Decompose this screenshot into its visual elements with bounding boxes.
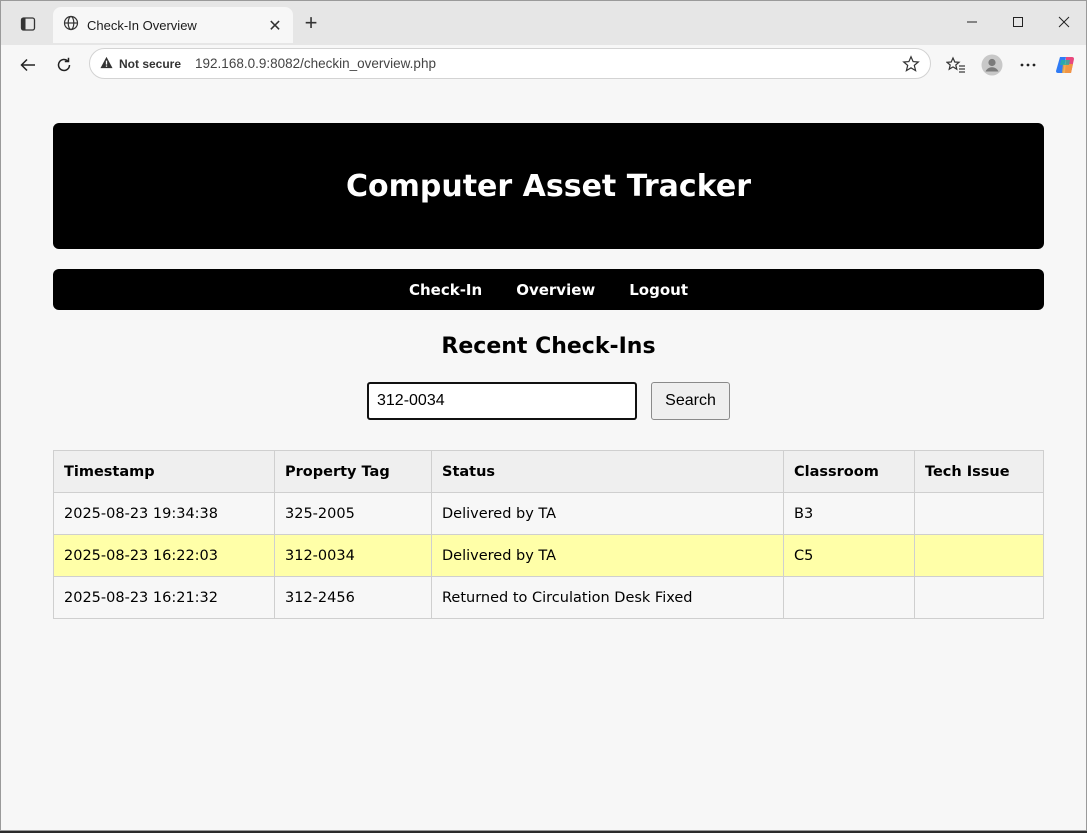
cell-classroom: B3 [783,492,915,535]
address-bar[interactable]: Not secure 192.168.0.9:8082/checkin_over… [89,48,931,79]
table-row: 2025-08-23 16:21:32 312-2456 Returned to… [53,576,1044,619]
section-title: Recent Check-Ins [441,334,656,359]
background-window-edge [1087,0,1091,833]
minimize-icon[interactable] [949,5,995,39]
column-header-status: Status [431,450,784,493]
search-button[interactable]: Search [651,382,730,420]
cell-property-tag: 325-2005 [274,492,432,535]
column-header-tech-issue: Tech Issue [914,450,1044,493]
site-header: Computer Asset Tracker [53,123,1044,249]
back-arrow-icon[interactable] [13,50,43,80]
tab-title: Check-In Overview [87,17,197,33]
nav-link-check-in[interactable]: Check-In [409,281,482,299]
address-toolbar: Not secure 192.168.0.9:8082/checkin_over… [1,45,1086,83]
refresh-icon[interactable] [49,50,79,80]
url-text[interactable]: 192.168.0.9:8082/checkin_overview.php [195,56,898,71]
column-header-property-tag: Property Tag [274,450,432,493]
cell-tech-issue [914,534,1044,577]
table-header-row: Timestamp Property Tag Status Classroom … [53,450,1044,493]
nav-link-logout[interactable]: Logout [629,281,688,299]
column-header-classroom: Classroom [783,450,915,493]
table-row: 2025-08-23 19:34:38 325-2005 Delivered b… [53,492,1044,535]
cell-status: Delivered by TA [431,492,784,535]
profile-avatar-icon[interactable] [977,50,1007,80]
cell-property-tag: 312-2456 [274,576,432,619]
close-tab-icon[interactable]: ✕ [263,13,287,37]
table-row-highlighted: 2025-08-23 16:22:03 312-0034 Delivered b… [53,534,1044,577]
cell-tech-issue [914,576,1044,619]
checkins-table: Timestamp Property Tag Status Classroom … [53,450,1044,619]
cell-status: Returned to Circulation Desk Fixed [431,576,784,619]
cell-property-tag: 312-0034 [274,534,432,577]
browser-window: Check-In Overview ✕ + Not secure 192.168… [0,0,1087,831]
page-content: Computer Asset Tracker Check-In Overview… [10,83,1084,827]
tab-strip: Check-In Overview ✕ + [1,1,1086,45]
cell-tech-issue [914,492,1044,535]
cell-timestamp: 2025-08-23 16:21:32 [53,576,275,619]
main-nav: Check-In Overview Logout [53,269,1044,310]
maximize-icon[interactable] [995,5,1041,39]
search-input[interactable] [367,382,637,420]
browser-tab[interactable]: Check-In Overview ✕ [53,7,293,43]
star-icon[interactable] [898,51,924,77]
more-menu-icon[interactable] [1013,50,1043,80]
nav-link-overview[interactable]: Overview [516,281,595,299]
globe-icon [63,15,79,35]
cell-status: Delivered by TA [431,534,784,577]
favorites-icon[interactable] [941,50,971,80]
cell-timestamp: 2025-08-23 19:34:38 [53,492,275,535]
close-window-icon[interactable] [1041,5,1086,39]
cell-classroom: C5 [783,534,915,577]
cell-timestamp: 2025-08-23 16:22:03 [53,534,275,577]
column-header-timestamp: Timestamp [53,450,275,493]
warning-icon [100,54,113,73]
security-label[interactable]: Not secure [119,57,181,71]
copilot-icon[interactable] [1051,50,1081,80]
cell-classroom [783,576,915,619]
site-title: Computer Asset Tracker [346,168,751,204]
new-tab-icon[interactable]: + [299,10,323,35]
tab-actions-icon[interactable] [13,11,43,37]
